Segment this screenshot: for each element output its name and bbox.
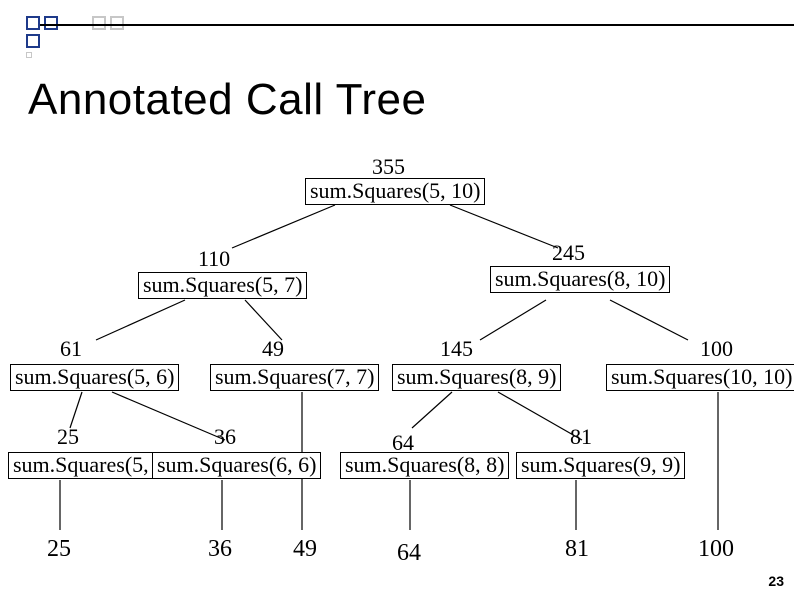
node-call-rl: sum.Squares(8, 9) xyxy=(392,364,561,391)
node-value-rlr: 81 xyxy=(570,424,592,450)
leaf-value-d: 64 xyxy=(397,540,421,567)
slide-title: Annotated Call Tree xyxy=(28,75,426,125)
node-call-ll: sum.Squares(5, 6) xyxy=(10,364,179,391)
node-value-l: 110 xyxy=(198,246,230,272)
node-value-lr: 49 xyxy=(262,336,284,362)
node-call-lr: sum.Squares(7, 7) xyxy=(210,364,379,391)
node-call-root: sum.Squares(5, 10) xyxy=(305,178,485,205)
leaf-value-c: 49 xyxy=(293,536,317,563)
node-value-lll: 25 xyxy=(57,424,79,450)
node-value-r: 245 xyxy=(552,240,585,266)
decorative-bullets xyxy=(26,16,146,54)
node-call-rll: sum.Squares(8, 8) xyxy=(340,452,509,479)
node-value-rr: 100 xyxy=(700,336,733,362)
node-value-rl: 145 xyxy=(440,336,473,362)
node-call-rr: sum.Squares(10, 10) xyxy=(606,364,794,391)
leaf-value-e: 81 xyxy=(565,536,589,563)
page-number: 23 xyxy=(768,573,784,589)
node-value-ll: 61 xyxy=(60,336,82,362)
node-value-llr: 36 xyxy=(214,424,236,450)
slide-stage: { "title": "Annotated Call Tree", "page_… xyxy=(0,0,794,595)
node-call-l: sum.Squares(5, 7) xyxy=(138,272,307,299)
leaf-value-f: 100 xyxy=(698,536,734,563)
node-call-r: sum.Squares(8, 10) xyxy=(490,266,670,293)
node-value-root: 355 xyxy=(372,154,405,180)
node-call-llr: sum.Squares(6, 6) xyxy=(152,452,321,479)
leaf-value-a: 25 xyxy=(47,536,71,563)
node-call-rlr: sum.Squares(9, 9) xyxy=(516,452,685,479)
leaf-value-b: 36 xyxy=(208,536,232,563)
